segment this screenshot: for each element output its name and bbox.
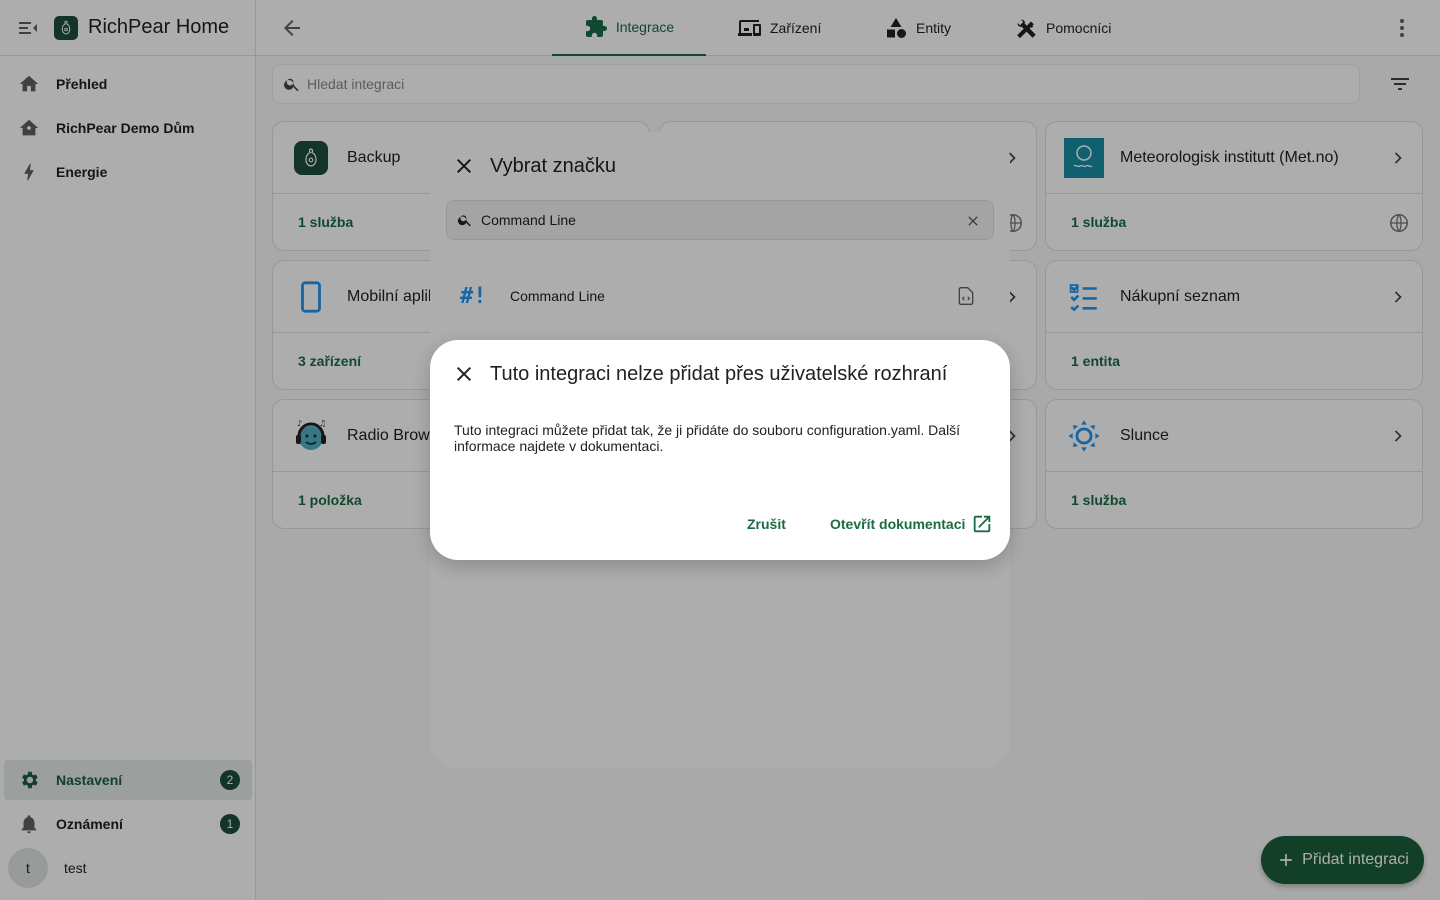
dialog-title: Tuto integraci nelze přidat přes uživate… xyxy=(490,363,948,385)
cancel-button[interactable]: Zrušit xyxy=(747,512,786,536)
dialog-body: Tuto integraci můžete přidat tak, že ji … xyxy=(454,422,961,454)
not-supported-dialog: Tuto integraci nelze přidat přes uživate… xyxy=(430,340,1010,560)
close-icon[interactable] xyxy=(452,362,476,386)
open-in-new-icon xyxy=(974,515,991,533)
cancel-label: Zrušit xyxy=(747,516,786,532)
open-docs-label: Otevřít dokumentaci xyxy=(830,516,966,532)
open-docs-button[interactable]: Otevřít dokumentaci xyxy=(830,512,993,536)
